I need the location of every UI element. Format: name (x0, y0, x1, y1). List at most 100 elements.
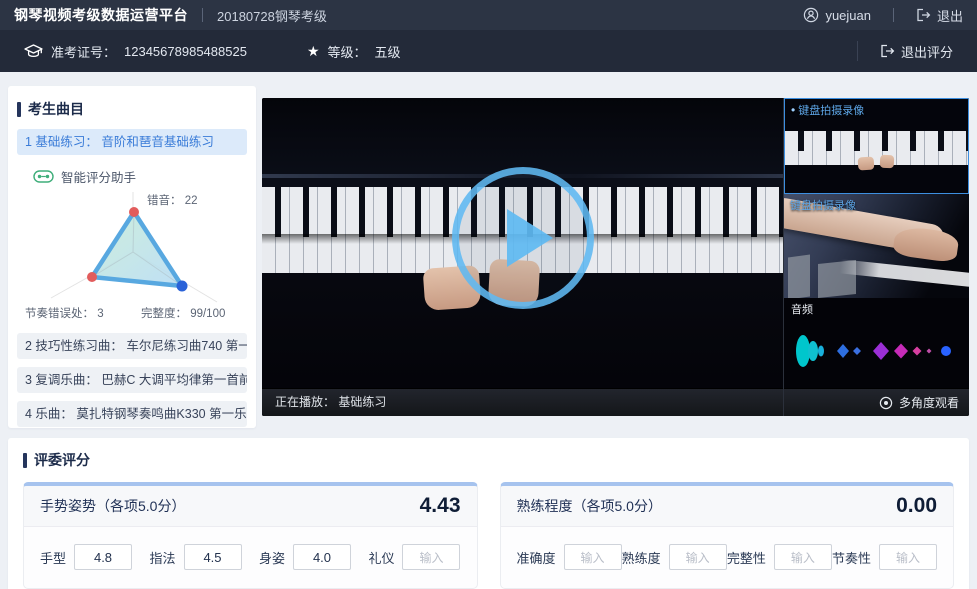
username: yuejuan (825, 8, 871, 23)
user-menu[interactable]: yuejuan (803, 7, 871, 23)
logout-label: 退出 (937, 6, 963, 25)
main-content: 考生曲目 1 基础练习： 音阶和琶音基础练习 智能评分助手 (0, 72, 977, 428)
smart-scoring-assistant: 智能评分助手 (33, 167, 247, 186)
camera-1-label: 键盘拍摄录像 (798, 102, 864, 118)
hand-shape-input[interactable] (74, 544, 132, 570)
score-card-gesture: 手势姿势（各项5.0分） 4.43 手型 指法 身姿 (23, 482, 478, 589)
field-posture: 身姿 (259, 544, 351, 570)
camera-thumbnail-1[interactable]: • 键盘拍摄录像 (784, 98, 969, 194)
video-player: 正在播放： 基础练习 • 键盘拍摄录像 键盘拍摄录像 (262, 98, 969, 416)
logout-icon (916, 8, 931, 22)
ticket-number-group: 准考证号： 12345678985488525 (24, 42, 247, 61)
field-label: 节奏性 (832, 548, 871, 567)
page: 钢琴视频考级数据运营平台 20180728钢琴考级 yuejuan 退出 准考证… (0, 0, 977, 589)
camera-2-label: 键盘拍摄录像 (790, 197, 856, 213)
exit-scoring-button[interactable]: 退出评分 (880, 42, 953, 61)
radar-label-wrong-notes: 错音： 22 (147, 193, 198, 207)
rhythm-input[interactable] (879, 544, 937, 570)
candidate-tracks-panel: 考生曲目 1 基础练习： 音阶和琶音基础练习 智能评分助手 (8, 86, 256, 428)
exit-scoring-label: 退出评分 (901, 42, 953, 61)
exit-scoring-icon (880, 44, 895, 58)
track-item-4[interactable]: 4 乐曲： 莫扎特钢琴奏鸣曲K330 第一乐章 (17, 401, 247, 427)
track-item-1[interactable]: 1 基础练习： 音阶和琶音基础练习 (17, 129, 247, 155)
score-card-proficiency: 熟练程度（各项5.0分） 0.00 准确度 熟练度 完整性 (500, 482, 955, 589)
audio-track-panel: 音频 (784, 298, 969, 388)
scoring-title: 评委评分 (23, 450, 954, 470)
user-icon (803, 7, 819, 23)
proficiency-input[interactable] (669, 544, 727, 570)
radar-label-completeness: 完整度： 99/100 (141, 306, 225, 320)
thumb1-left-hand (858, 157, 875, 171)
multi-angle-button[interactable]: 多角度观看 (784, 388, 969, 416)
track-item-3[interactable]: 3 复调乐曲： 巴赫C 大调平均律第一首前奏曲 (17, 367, 247, 393)
title-accent-bar (23, 453, 27, 468)
assistant-link-icon (33, 170, 54, 183)
logout-button[interactable]: 退出 (916, 6, 963, 25)
graduation-cap-icon (24, 44, 43, 59)
thumb1-piano-keys (785, 131, 968, 165)
scoring-title-text: 评委评分 (34, 450, 90, 470)
fingering-input[interactable] (184, 544, 242, 570)
track-item-2[interactable]: 2 技巧性练习曲： 车尔尼练习曲740 第一首 (17, 333, 247, 359)
audio-waveform (791, 327, 963, 375)
field-hand-shape: 手型 (40, 544, 132, 570)
radar-chart: 错音： 22 节奏错误处： 3 完整度： 99/100 (21, 188, 247, 327)
accuracy-input[interactable] (564, 544, 622, 570)
radar-point-wrong-notes (129, 207, 139, 217)
posture-input[interactable] (293, 544, 351, 570)
topbar-divider (893, 8, 894, 22)
etiquette-input[interactable] (402, 544, 460, 570)
star-icon: ★ (307, 43, 320, 60)
subbar-divider (857, 41, 858, 61)
camera-angle-panel: • 键盘拍摄录像 键盘拍摄录像 音频 (783, 98, 969, 416)
score-card-title: 手势姿势（各项5.0分） (40, 496, 185, 516)
top-navbar: 钢琴视频考级数据运营平台 20180728钢琴考级 yuejuan 退出 (0, 0, 977, 30)
field-etiquette: 礼仪 (368, 544, 460, 570)
main-video[interactable]: 正在播放： 基础练习 (262, 98, 783, 416)
thumb2-hand (892, 225, 960, 264)
field-label: 手型 (40, 548, 66, 567)
eye-icon (879, 396, 893, 410)
level-value: 五级 (375, 42, 401, 61)
title-accent-bar (17, 102, 21, 117)
level-group: ★ 等级： 五级 (307, 42, 401, 61)
field-completeness: 完整性 (727, 544, 832, 570)
thumb2-stand (788, 254, 810, 298)
field-label: 指法 (149, 548, 175, 567)
title-divider (202, 8, 203, 22)
score-card-total: 4.43 (420, 494, 461, 518)
session-title: 20180728钢琴考级 (217, 6, 327, 25)
assistant-label: 智能评分助手 (61, 167, 136, 186)
audio-label: 音频 (791, 301, 962, 317)
play-button[interactable] (452, 167, 594, 309)
multi-angle-label: 多角度观看 (899, 394, 959, 411)
field-label: 完整性 (727, 548, 766, 567)
field-label: 礼仪 (368, 548, 394, 567)
now-playing-bar: 正在播放： 基础练习 (262, 388, 783, 416)
app-title: 钢琴视频考级数据运营平台 (14, 5, 188, 25)
score-card-title: 熟练程度（各项5.0分） (517, 496, 662, 516)
field-label: 准确度 (517, 548, 556, 567)
score-card-header: 熟练程度（各项5.0分） 0.00 (501, 486, 954, 527)
thumb1-right-hand (880, 155, 895, 169)
score-card-total: 0.00 (896, 494, 937, 518)
camera-thumbnail-2[interactable]: 键盘拍摄录像 (784, 194, 969, 298)
field-label: 熟练度 (622, 548, 661, 567)
field-rhythm: 节奏性 (832, 544, 937, 570)
play-icon (507, 209, 553, 267)
radar-label-rhythm-errors: 节奏错误处： 3 (25, 306, 104, 320)
radar-polygon (92, 212, 182, 286)
judge-scoring-panel: 评委评分 手势姿势（各项5.0分） 4.43 手型 指法 (8, 438, 969, 589)
completeness-input[interactable] (774, 544, 832, 570)
thumb2-keybed (839, 259, 969, 286)
radar-point-rhythm-errors (87, 272, 97, 282)
ticket-label: 准考证号： (51, 42, 116, 61)
tracks-title-text: 考生曲目 (28, 99, 84, 119)
field-proficiency: 熟练度 (622, 544, 727, 570)
camera-1-label-row: • 键盘拍摄录像 (791, 102, 864, 118)
radar-point-completeness (177, 281, 188, 292)
now-playing-text: 正在播放： 基础练习 (275, 395, 386, 409)
score-card-header: 手势姿势（各项5.0分） 4.43 (24, 486, 477, 527)
tracks-title: 考生曲目 (17, 99, 247, 119)
field-label: 身姿 (259, 548, 285, 567)
